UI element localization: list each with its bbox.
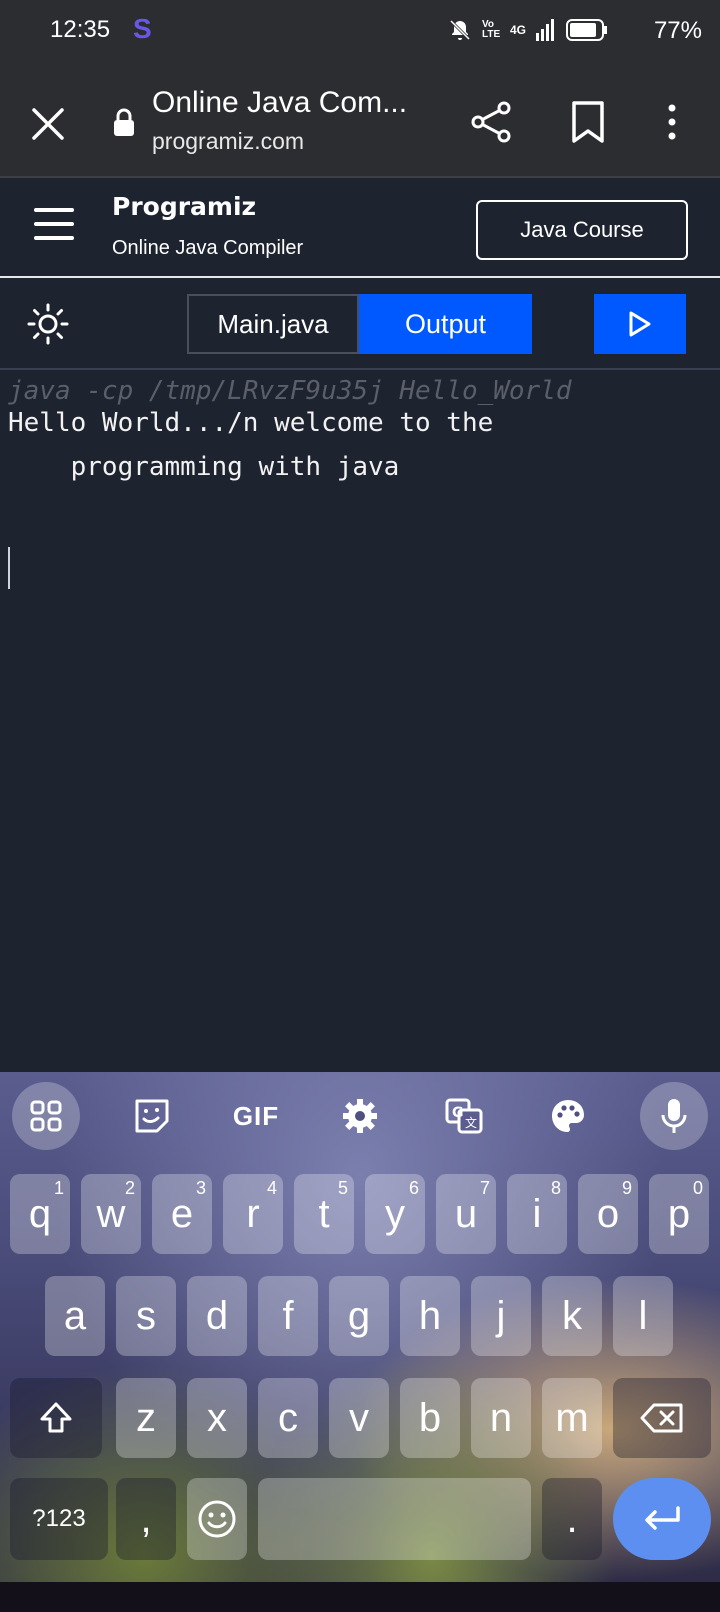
svg-text:G: G <box>452 1105 464 1121</box>
shift-key[interactable] <box>10 1378 102 1458</box>
key-k[interactable]: k <box>542 1276 602 1356</box>
shift-icon <box>40 1402 72 1433</box>
battery-icon <box>566 19 607 41</box>
status-icons: Vo LTE 4G <box>448 18 608 42</box>
translate-icon[interactable]: G文 <box>430 1082 498 1150</box>
editor-toolbar: Main.java Output <box>0 280 720 370</box>
emoji-key[interactable] <box>187 1478 247 1560</box>
theme-palette-icon[interactable] <box>534 1082 602 1150</box>
emoji-icon <box>198 1500 236 1538</box>
key-n[interactable]: n <box>471 1378 531 1458</box>
share-icon[interactable] <box>470 100 514 144</box>
key-u[interactable]: u7 <box>436 1174 496 1254</box>
enter-icon <box>645 1506 680 1530</box>
key-s[interactable]: s <box>116 1276 176 1356</box>
status-bar: 12:35 S Vo LTE 4G 77% <box>0 0 720 66</box>
key-r[interactable]: r4 <box>223 1174 283 1254</box>
period-key[interactable]: . <box>542 1478 602 1560</box>
run-button[interactable] <box>594 294 686 354</box>
text-cursor <box>8 547 10 589</box>
key-f[interactable]: f <box>258 1276 318 1356</box>
site-subtitle: Online Java Compiler <box>112 237 304 259</box>
key-z[interactable]: z <box>116 1378 176 1458</box>
output-line: Hello World.../n welcome to the <box>8 408 494 438</box>
tab-output[interactable]: Output <box>359 294 532 354</box>
key-b[interactable]: b <box>400 1378 460 1458</box>
sun-icon[interactable] <box>26 302 70 346</box>
output-console[interactable]: java -cp /tmp/LRvzF9u35j Hello_World Hel… <box>0 372 720 1072</box>
key-o[interactable]: o9 <box>578 1174 638 1254</box>
gif-button[interactable]: GIF <box>222 1082 290 1150</box>
key-m[interactable]: m <box>542 1378 602 1458</box>
close-icon[interactable] <box>26 102 70 146</box>
key-w[interactable]: w2 <box>81 1174 141 1254</box>
key-x[interactable]: x <box>187 1378 247 1458</box>
sticker-icon[interactable] <box>118 1082 186 1150</box>
volte-label: Vo LTE <box>481 19 501 40</box>
enter-key[interactable] <box>613 1478 711 1560</box>
key-g[interactable]: g <box>329 1276 389 1356</box>
status-time: 12:35 <box>50 16 111 43</box>
play-icon <box>629 311 651 337</box>
svg-text:文: 文 <box>465 1115 477 1130</box>
key-v[interactable]: v <box>329 1378 389 1458</box>
bookmark-icon[interactable] <box>568 100 608 144</box>
lock-icon[interactable] <box>112 108 136 138</box>
key-l[interactable]: l <box>613 1276 673 1356</box>
battery-percent: 77% <box>653 17 702 44</box>
space-bar[interactable] <box>258 1478 531 1560</box>
backspace-icon <box>640 1403 683 1433</box>
key-y[interactable]: y6 <box>365 1174 425 1254</box>
backspace-key[interactable] <box>613 1378 711 1458</box>
browser-bar: Online Java Com... programiz.com <box>0 66 720 178</box>
symbols-key[interactable]: ?123 <box>10 1478 108 1560</box>
hamburger-menu-icon[interactable] <box>34 208 78 244</box>
site-header: Programiz Online Java Compiler Java Cour… <box>0 178 720 278</box>
keyboard-toolbar: GIF G文 <box>0 1072 720 1160</box>
system-nav-bar <box>0 1582 720 1612</box>
java-course-button[interactable]: Java Course <box>476 200 688 260</box>
microphone-icon[interactable] <box>640 1082 708 1150</box>
key-p[interactable]: p0 <box>649 1174 709 1254</box>
page-domain[interactable]: programiz.com <box>152 128 304 155</box>
settings-gear-icon[interactable] <box>326 1082 394 1150</box>
tab-main-java[interactable]: Main.java <box>187 294 359 354</box>
signal-icon <box>536 19 554 41</box>
output-line: programming with java <box>8 452 400 482</box>
key-e[interactable]: e3 <box>152 1174 212 1254</box>
key-d[interactable]: d <box>187 1276 247 1356</box>
run-command: java -cp /tmp/LRvzF9u35j Hello_World <box>8 376 572 406</box>
programiz-logo[interactable]: Programiz <box>112 192 256 221</box>
more-options-icon[interactable] <box>660 100 684 144</box>
app-notification-icon: S <box>133 13 152 44</box>
key-t[interactable]: t5 <box>294 1174 354 1254</box>
key-i[interactable]: i8 <box>507 1174 567 1254</box>
on-screen-keyboard: GIF G文 q1 w2 e3 r4 t5 y6 u7 i8 o9 p0 a s… <box>0 1072 720 1582</box>
key-c[interactable]: c <box>258 1378 318 1458</box>
comma-key[interactable]: , <box>116 1478 176 1560</box>
key-j[interactable]: j <box>471 1276 531 1356</box>
key-h[interactable]: h <box>400 1276 460 1356</box>
page-title[interactable]: Online Java Com... <box>152 86 407 120</box>
key-a[interactable]: a <box>45 1276 105 1356</box>
mute-icon <box>449 19 471 41</box>
apps-grid-icon[interactable] <box>12 1082 80 1150</box>
key-q[interactable]: q1 <box>10 1174 70 1254</box>
network-label: 4G <box>509 23 526 37</box>
